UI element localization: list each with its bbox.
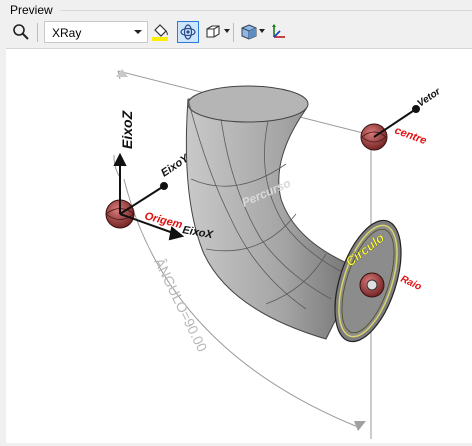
color-button[interactable] — [149, 21, 171, 43]
axes-icon — [272, 24, 285, 38]
display-style-button[interactable] — [238, 21, 260, 43]
3d-viewport[interactable]: EixoZ EixoY EixoX Origem Vetor centre Pe… — [6, 48, 472, 443]
angle-label: ÂNGULO=90.00 — [151, 255, 210, 354]
orbit-view-button[interactable] — [177, 21, 199, 43]
vector-label: Vetor — [416, 86, 444, 110]
axes-button[interactable] — [267, 21, 289, 43]
scene-canvas[interactable]: EixoZ EixoY EixoX Origem Vetor centre Pe… — [6, 49, 472, 443]
axis-y-arrow — [119, 182, 168, 215]
orbit-icon — [180, 24, 196, 40]
chevron-down-icon — [134, 30, 142, 34]
centre-label-top: centre — [393, 125, 428, 148]
shaded-cube-icon — [241, 24, 257, 40]
group-title: Preview — [10, 3, 53, 17]
view-cube-button[interactable] — [202, 21, 224, 43]
magnifier-icon — [13, 24, 29, 40]
toolbar: XRay — [6, 20, 472, 46]
axis-z-label: EixoZ — [119, 110, 135, 149]
toolbar-separator — [37, 23, 38, 42]
chevron-down-icon[interactable] — [224, 29, 230, 34]
origin-label: Origem — [143, 210, 183, 231]
cube-icon — [206, 25, 220, 38]
toolbar-separator — [233, 23, 234, 42]
centre-node[interactable] — [359, 272, 385, 298]
chevron-down-icon[interactable] — [259, 29, 265, 34]
paint-bucket-icon — [152, 24, 168, 41]
zoom-button[interactable] — [10, 21, 32, 43]
radius-label: Raio — [399, 274, 423, 293]
render-mode-select[interactable]: XRay — [44, 21, 148, 43]
group-divider — [60, 10, 472, 11]
render-mode-value: XRay — [52, 26, 82, 40]
